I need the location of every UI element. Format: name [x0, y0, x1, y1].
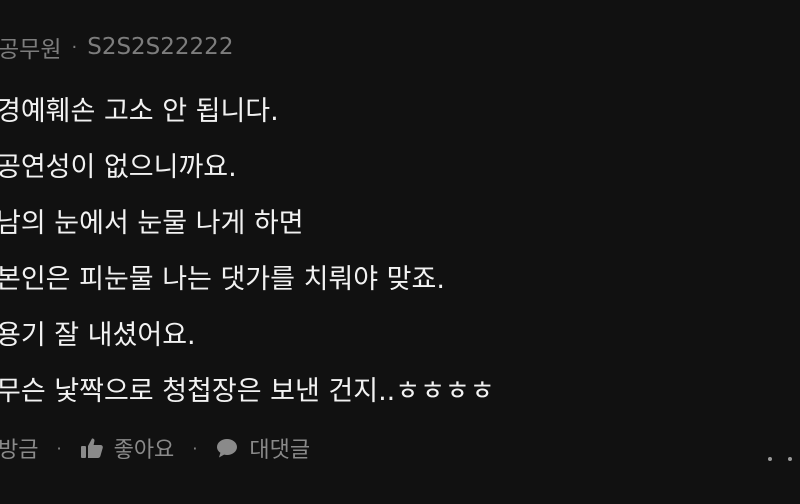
thumbs-up-icon — [80, 438, 103, 458]
more-dot — [768, 457, 772, 461]
comment-line: 경예훼손 고소 안 됩니다. — [0, 96, 279, 127]
comment-line: 무슨 낯짝으로 청첩장은 보낸 건지..ㅎㅎㅎㅎ — [0, 376, 495, 407]
comment-card: 공무원 · S2S2S22222 경예훼손 고소 안 됩니다. 공연성이 없으니… — [0, 0, 800, 504]
more-dots-icon[interactable] — [768, 452, 792, 466]
like-label: 좋아요 — [113, 438, 175, 463]
comment-line: 남의 눈에서 눈물 나게 하면 — [0, 208, 304, 239]
meta-separator: · — [71, 36, 78, 58]
user-id[interactable]: S2S2S22222 — [87, 34, 233, 60]
speech-bubble-icon — [217, 439, 238, 458]
comment-meta: 공무원 · S2S2S22222 — [0, 30, 233, 64]
like-button[interactable]: 좋아요 — [80, 432, 175, 464]
comment-body: 경예훼손 고소 안 됩니다. 공연성이 없으니까요. 남의 눈에서 눈물 나게 … — [0, 84, 495, 420]
comment-line: 용기 잘 내셨어요. — [0, 320, 196, 351]
comment-actions: 방금 · 좋아요 · 대댓글 — [0, 430, 310, 466]
timestamp: 방금 — [0, 438, 39, 463]
reply-button[interactable]: 대댓글 — [215, 432, 310, 464]
more-dot — [788, 457, 792, 461]
action-separator: · — [192, 438, 198, 458]
reply-label: 대댓글 — [249, 438, 311, 463]
comment-line: 본인은 피눈물 나는 댓가를 치뤄야 맞죠. — [0, 264, 445, 295]
author-name[interactable]: 공무원 — [0, 30, 61, 64]
action-separator: · — [56, 438, 62, 458]
comment-line: 공연성이 없으니까요. — [0, 152, 237, 183]
